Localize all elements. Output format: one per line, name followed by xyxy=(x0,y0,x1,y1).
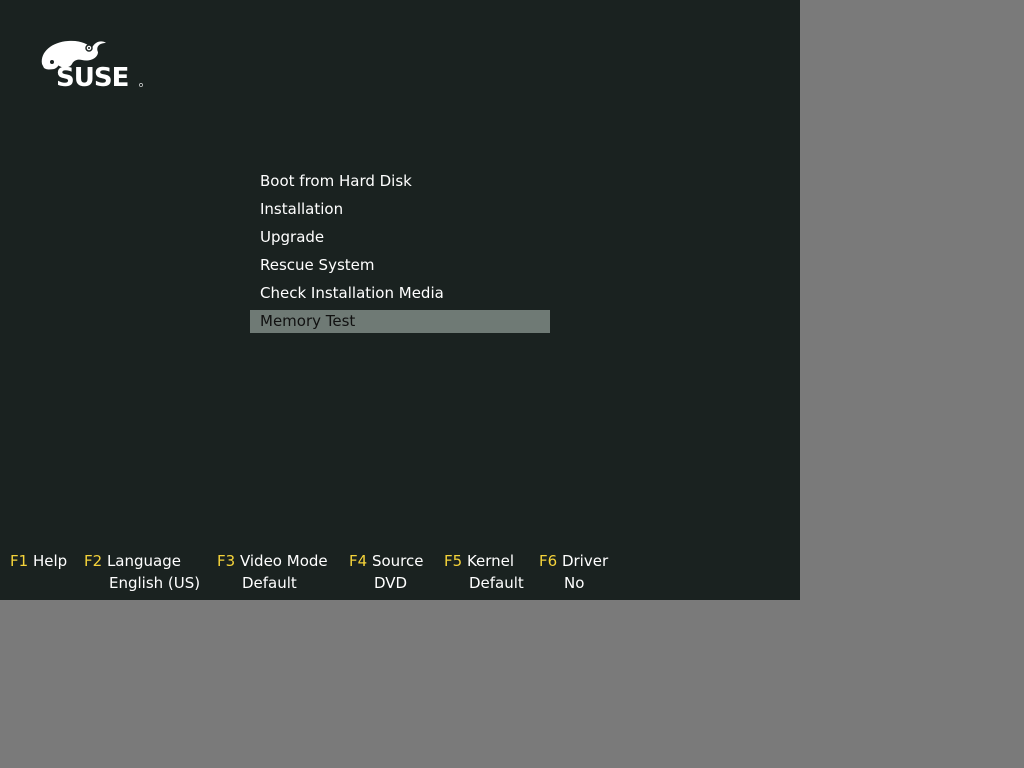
fkey-value: DVD xyxy=(374,574,408,592)
fkey-key: F2 xyxy=(84,552,103,570)
fkey-value: English (US) xyxy=(109,574,201,592)
suse-wordmark: SUSE xyxy=(56,63,128,90)
fkey-value: Default xyxy=(469,574,524,592)
menu-item-boot-from-hard-disk[interactable]: Boot from Hard Disk xyxy=(250,170,550,193)
fkey-label: Video Mode xyxy=(239,552,328,570)
menu-item-installation[interactable]: Installation xyxy=(250,198,550,221)
boot-screen: SUSE Boot from Hard Disk Installation Up… xyxy=(0,0,800,600)
fkey-label: Help xyxy=(32,552,68,570)
menu-item-memory-test[interactable]: Memory Test xyxy=(250,310,550,333)
fkey-source[interactable]: F4 Source DVD xyxy=(349,550,423,596)
menu-item-upgrade[interactable]: Upgrade xyxy=(250,226,550,249)
boot-menu: Boot from Hard Disk Installation Upgrade… xyxy=(250,170,550,338)
fkey-help[interactable]: F1 Help xyxy=(10,550,67,596)
fkey-key: F1 xyxy=(10,552,29,570)
menu-item-check-installation-media[interactable]: Check Installation Media xyxy=(250,282,550,305)
fkey-label: Source xyxy=(371,552,424,570)
fkey-kernel[interactable]: F5 Kernel Default xyxy=(444,550,524,596)
fkey-value: No xyxy=(564,574,585,592)
fkey-key: F3 xyxy=(217,552,236,570)
menu-item-rescue-system[interactable]: Rescue System xyxy=(250,254,550,277)
fkey-key: F4 xyxy=(349,552,368,570)
suse-logo: SUSE xyxy=(41,40,143,90)
fkey-value: Default xyxy=(242,574,297,592)
fkey-language[interactable]: F2 Language English (US) xyxy=(84,550,200,596)
fkey-video-mode[interactable]: F3 Video Mode Default xyxy=(217,550,328,596)
fkey-label: Language xyxy=(106,552,181,570)
fkey-key: F6 xyxy=(539,552,558,570)
fkey-label: Driver xyxy=(561,552,609,570)
fkey-key: F5 xyxy=(444,552,463,570)
fkey-label: Kernel xyxy=(466,552,515,570)
fkey-driver[interactable]: F6 Driver No xyxy=(539,550,608,596)
